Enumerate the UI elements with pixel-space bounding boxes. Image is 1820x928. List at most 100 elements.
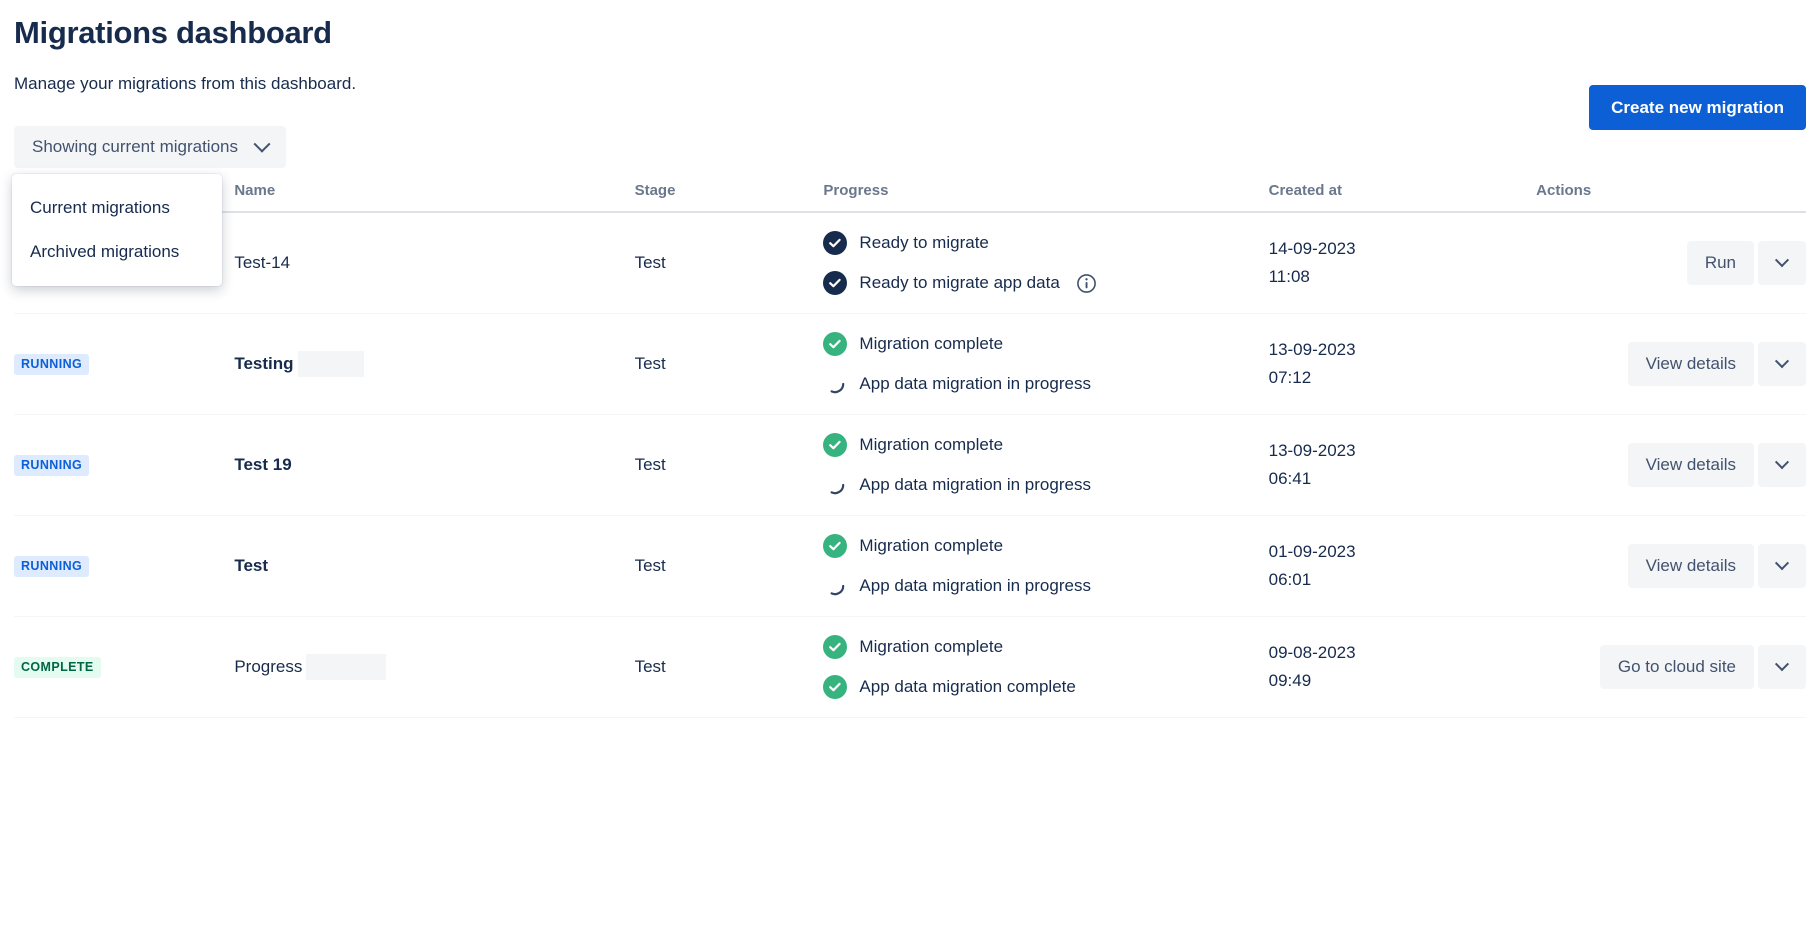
dropdown-item-current-migrations[interactable]: Current migrations [12,186,222,230]
check-circle-green-icon [823,332,848,356]
table-row: SAVEDTest-14TestReady to migrateReady to… [14,212,1806,314]
cell-stage: Test [634,253,666,272]
migration-name: Progress [234,657,303,676]
column-header-progress: Progress [823,182,1269,213]
row-primary-action-button[interactable]: View details [1627,544,1754,588]
cell-progress: Migration complete App data migration in … [823,516,1268,617]
progress-step: Migration complete [823,332,1268,356]
row-more-actions-button[interactable] [1758,241,1806,285]
row-more-actions-button[interactable] [1758,645,1806,689]
migrations-dashboard-page: Migrations dashboard Manage your migrati… [0,12,1820,928]
cell-status: RUNNING [14,415,234,516]
cell-created-at: 09-08-2023 09:49 [1269,617,1537,718]
spinner-icon [823,372,847,396]
progress-step-label: Migration complete [859,435,1004,454]
created-date: 01-09-2023 [1268,542,1356,561]
cell-status: COMPLETE [14,617,234,718]
check-circle-navy-icon [823,271,848,295]
spinner-icon [823,574,847,598]
cell-name: Progress [234,617,634,718]
column-header-name: Name [234,182,635,213]
cell-name: Test 19 [234,415,634,516]
progress-step-label: Migration complete [859,637,1004,656]
check-circle-green-icon [823,635,848,659]
progress-step-label: Ready to migrate app data [859,273,1060,292]
progress-step-label: Migration complete [859,536,1004,555]
column-header-stage: Stage [634,182,824,213]
progress-step: App data migration in progress [823,473,1268,497]
cell-stage: Test [634,354,666,373]
table-header: Name Stage Progress Created at Actions [14,182,1806,213]
column-header-actions: Actions [1536,182,1806,213]
cell-created-at: 13-09-2023 07:12 [1269,314,1537,415]
page-title: Migrations dashboard [14,15,332,50]
cell-created-at: 13-09-2023 06:41 [1269,415,1537,516]
cell-stage: Test [634,556,666,575]
created-time: 07:12 [1268,368,1312,387]
chevron-down-icon [1774,354,1790,369]
column-header-created-at: Created at [1268,182,1537,213]
cell-name: Test [234,516,634,617]
row-primary-action-button[interactable]: Go to cloud site [1599,645,1754,689]
check-circle-green-icon [823,675,848,699]
cell-status: RUNNING [14,516,234,617]
progress-step: Ready to migrate app data [823,271,1268,295]
row-more-actions-button[interactable] [1758,342,1806,386]
showing-migrations-dropdown-trigger[interactable]: Showing current migrations [14,126,286,168]
check-circle-green-icon [823,534,848,558]
created-date: 14-09-2023 [1268,239,1356,258]
status-badge: RUNNING [14,556,90,577]
status-badge: RUNNING [14,455,90,476]
dropdown-item-archived-migrations[interactable]: Archived migrations [12,230,222,274]
table-row: COMPLETE Progress Test Migration complete Ap… [14,617,1806,718]
redacted-name-block [306,654,387,680]
migrations-table: Name Stage Progress Created at Actions S… [14,182,1806,718]
filter-selected-label: Showing current migrations [32,137,238,156]
spinner-icon [823,473,847,497]
migration-name: Test-14 [234,253,291,272]
progress-step: Migration complete [823,534,1268,558]
progress-step: App data migration complete [823,675,1268,699]
cell-stage: Test [634,455,666,474]
migration-name: Test [234,556,269,575]
cell-status: RUNNING [14,314,234,415]
row-primary-action-button[interactable]: View details [1627,342,1754,386]
created-time: 09:49 [1268,671,1312,690]
check-circle-green-icon [823,433,848,457]
progress-step-label: Ready to migrate [859,233,989,252]
table-header-row: Name Stage Progress Created at Actions [14,182,1806,213]
chevron-down-icon [253,135,271,153]
table-body: SAVEDTest-14TestReady to migrateReady to… [14,212,1806,718]
cell-progress: Migration complete App data migration in … [823,415,1268,516]
chevron-down-icon [1774,253,1790,268]
created-date: 13-09-2023 [1268,340,1356,359]
progress-step-label: App data migration in progress [859,576,1091,595]
progress-step-label: App data migration complete [859,677,1076,696]
table-row: RUNNING Test 19 Test Migration complete App … [14,415,1806,516]
check-circle-navy-icon [823,231,848,255]
table-row: RUNNING Testing Test Migration complete App … [14,314,1806,415]
create-new-migration-button[interactable]: Create new migration [1589,85,1806,130]
row-more-actions-button[interactable] [1758,544,1806,588]
progress-step-label: Migration complete [859,334,1004,353]
cell-name: Testing [234,314,634,415]
info-icon[interactable] [1076,273,1097,294]
row-primary-action-button[interactable]: Run [1686,241,1754,285]
cell-progress: Migration complete App data migration in … [823,314,1268,415]
migration-name: Testing [234,354,294,373]
chevron-down-icon [1774,657,1790,672]
row-more-actions-button[interactable] [1758,443,1806,487]
status-badge: COMPLETE [14,657,101,678]
cell-created-at: 01-09-2023 06:01 [1269,516,1537,617]
cell-actions: Run [1536,212,1806,314]
cell-stage: Test [634,657,666,676]
progress-step: App data migration in progress [823,574,1268,598]
cell-progress: Ready to migrate Ready to migrate app dat… [823,212,1268,314]
progress-step: App data migration in progress [823,372,1268,396]
page-subtitle: Manage your migrations from this dashboa… [14,74,357,93]
migrations-filter-dropdown-menu: Current migrations Archived migrations [12,174,222,286]
row-primary-action-button[interactable]: View details [1627,443,1754,487]
cell-actions: View details [1536,516,1806,617]
progress-step-label: App data migration in progress [859,374,1091,393]
migration-name: Test 19 [234,455,292,474]
